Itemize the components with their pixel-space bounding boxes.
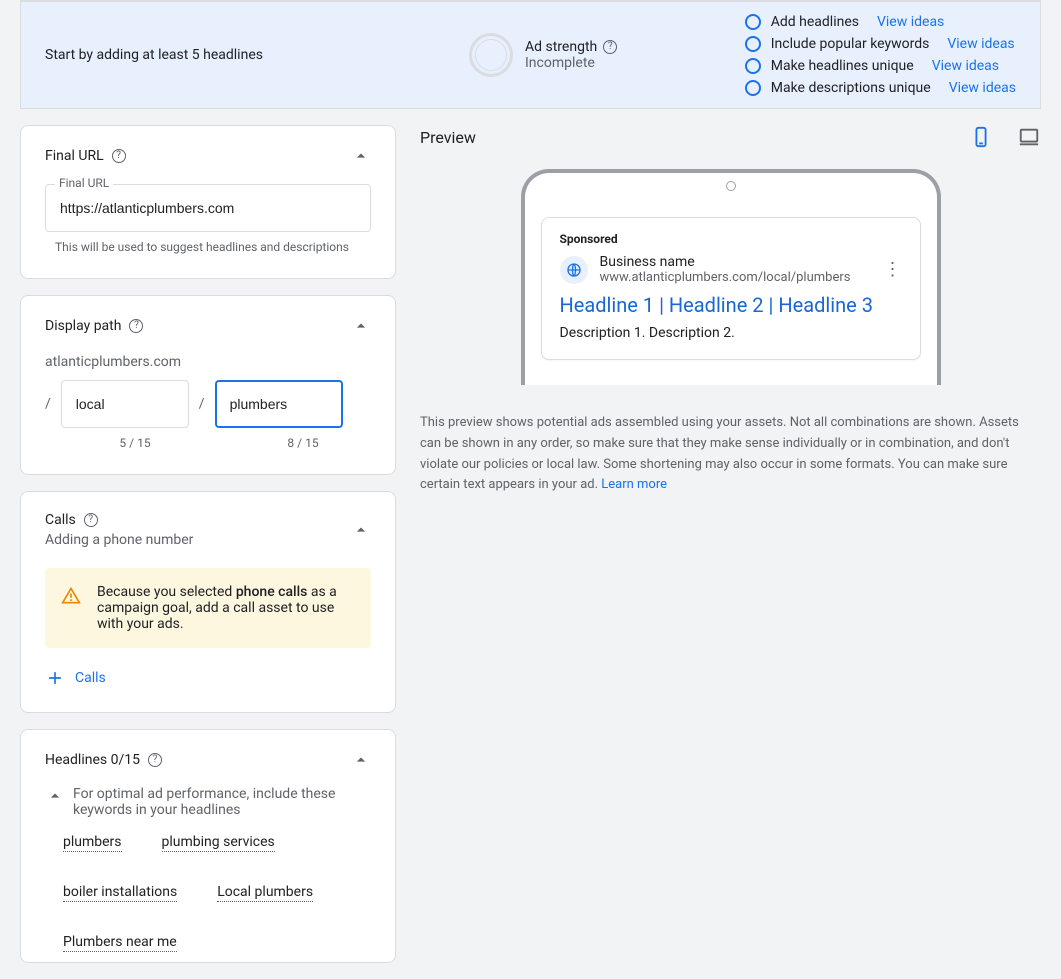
path2-input[interactable] bbox=[215, 380, 343, 428]
banner-intro-text: Start by adding at least 5 headlines bbox=[45, 47, 445, 63]
ad-strength-label: Ad strength bbox=[525, 39, 597, 55]
ad-strength-banner: Start by adding at least 5 headlines Ad … bbox=[20, 0, 1041, 109]
ad-strength-hints: Add headlines View ideas Include popular… bbox=[745, 14, 1016, 96]
hint-item: Make descriptions unique View ideas bbox=[745, 80, 1016, 96]
view-ideas-link[interactable]: View ideas bbox=[932, 58, 999, 74]
desktop-preview-button[interactable] bbox=[1017, 125, 1041, 149]
view-ideas-link[interactable]: View ideas bbox=[877, 14, 944, 30]
add-calls-button[interactable]: Calls bbox=[45, 668, 371, 688]
sponsored-label: Sponsored bbox=[560, 232, 902, 246]
phone-frame: Sponsored Business name www.atlanticplum… bbox=[521, 169, 941, 385]
ad-headline: Headline 1 | Headline 2 | Headline 3 bbox=[560, 293, 902, 317]
field-label: Final URL bbox=[55, 176, 113, 190]
circle-icon bbox=[745, 14, 761, 30]
view-ideas-link[interactable]: View ideas bbox=[949, 80, 1016, 96]
section-title: Display path bbox=[45, 318, 121, 334]
preview-panel: Preview Sponsored Business n bbox=[420, 125, 1041, 963]
help-icon[interactable]: ? bbox=[603, 40, 617, 54]
headlines-card: Headlines 0/15 ? For optimal ad performa… bbox=[20, 729, 396, 963]
hint-item: Include popular keywords View ideas bbox=[745, 36, 1016, 52]
hint-label: Make descriptions unique bbox=[771, 80, 931, 96]
hint-item: Make headlines unique View ideas bbox=[745, 58, 1016, 74]
path-separator: / bbox=[45, 396, 51, 412]
keyword-chip[interactable]: plumbing services bbox=[162, 834, 275, 852]
keyword-chip[interactable]: Local plumbers bbox=[217, 884, 313, 902]
more-menu-icon[interactable]: ⋮ bbox=[884, 261, 902, 279]
final-url-card: Final URL ? Final URL This will be used … bbox=[20, 125, 396, 279]
path-separator: / bbox=[199, 396, 205, 412]
add-calls-label: Calls bbox=[75, 670, 106, 686]
ad-strength-donut-icon bbox=[469, 33, 513, 77]
preview-disclaimer: This preview shows potential ads assembl… bbox=[420, 413, 1041, 496]
ad-strength-status: Incomplete bbox=[525, 55, 617, 71]
keyword-chip[interactable]: boiler installations bbox=[63, 884, 177, 902]
section-title: Headlines 0/15 bbox=[45, 752, 140, 768]
help-icon[interactable]: ? bbox=[129, 319, 143, 333]
display-url: www.atlanticplumbers.com/local/plumbers bbox=[600, 270, 851, 285]
view-ideas-link[interactable]: View ideas bbox=[947, 36, 1014, 52]
helper-text: This will be used to suggest headlines a… bbox=[55, 240, 371, 254]
learn-more-link[interactable]: Learn more bbox=[601, 477, 667, 492]
display-path-card: Display path ? atlanticplumbers.com / / … bbox=[20, 295, 396, 475]
hint-label: Add headlines bbox=[771, 14, 859, 30]
calls-card: Calls ? Adding a phone number Because yo… bbox=[20, 491, 396, 713]
warning-icon bbox=[61, 586, 81, 606]
section-title: Final URL bbox=[45, 148, 104, 164]
calls-warning: Because you selected phone calls as a ca… bbox=[45, 568, 371, 648]
path1-counter: 5 / 15 bbox=[67, 436, 203, 450]
help-icon[interactable]: ? bbox=[84, 513, 98, 527]
ad-preview-card: Sponsored Business name www.atlanticplum… bbox=[541, 217, 921, 360]
hint-label: Include popular keywords bbox=[771, 36, 930, 52]
help-icon[interactable]: ? bbox=[148, 753, 162, 767]
chevron-up-icon[interactable] bbox=[351, 750, 371, 770]
ad-strength-widget: Ad strength ? Incomplete bbox=[469, 33, 617, 77]
globe-icon bbox=[560, 256, 588, 284]
path2-counter: 8 / 15 bbox=[235, 436, 371, 450]
circle-icon bbox=[745, 36, 761, 52]
headlines-tip: For optimal ad performance, include thes… bbox=[73, 786, 371, 818]
section-subtitle: Adding a phone number bbox=[45, 532, 193, 548]
path1-input[interactable] bbox=[61, 380, 189, 428]
final-url-input[interactable] bbox=[45, 184, 371, 232]
ad-description: Description 1. Description 2. bbox=[560, 325, 902, 341]
keyword-suggestions: plumbers plumbing services boiler instal… bbox=[63, 834, 371, 952]
plus-icon bbox=[45, 668, 65, 688]
help-icon[interactable]: ? bbox=[112, 149, 126, 163]
phone-camera-icon bbox=[726, 181, 736, 191]
chevron-up-icon[interactable] bbox=[351, 316, 371, 336]
business-name: Business name bbox=[600, 254, 851, 270]
chevron-up-icon[interactable] bbox=[351, 520, 371, 540]
chevron-up-icon[interactable] bbox=[45, 786, 65, 806]
section-title: Calls bbox=[45, 512, 76, 528]
hint-label: Make headlines unique bbox=[771, 58, 914, 74]
warning-text: Because you selected phone calls as a ca… bbox=[97, 584, 355, 632]
circle-icon bbox=[745, 80, 761, 96]
chevron-up-icon[interactable] bbox=[351, 146, 371, 166]
display-domain: atlanticplumbers.com bbox=[45, 354, 371, 370]
hint-item: Add headlines View ideas bbox=[745, 14, 1016, 30]
keyword-chip[interactable]: plumbers bbox=[63, 834, 122, 852]
mobile-preview-button[interactable] bbox=[969, 125, 993, 149]
keyword-chip[interactable]: Plumbers near me bbox=[63, 934, 177, 952]
preview-title: Preview bbox=[420, 128, 476, 147]
circle-icon bbox=[745, 58, 761, 74]
